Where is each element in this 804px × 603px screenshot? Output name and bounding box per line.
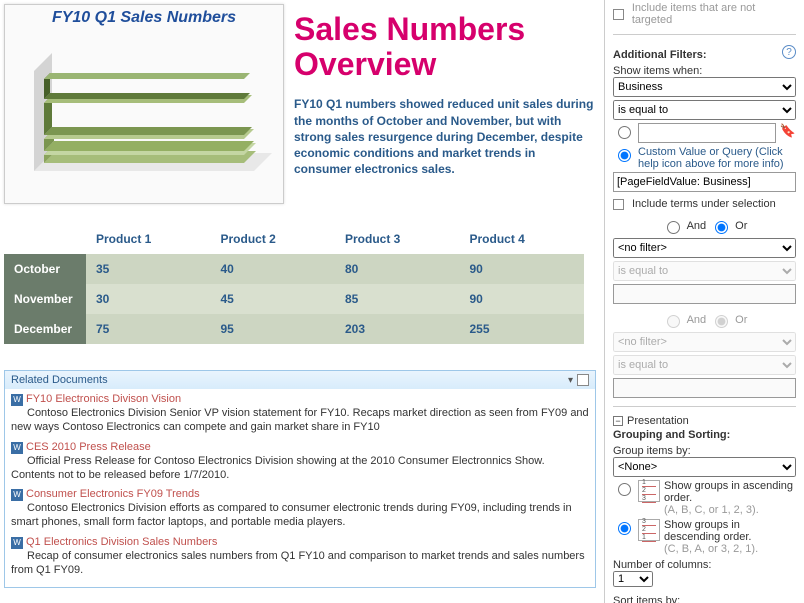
related-documents-webpart: Related Documents ▾ WFY10 Electronics Di… [4,370,596,588]
table-cell: 90 [460,284,585,314]
chevron-down-icon[interactable]: ▾ [568,375,573,386]
table-cell: 75 [86,314,211,344]
filter-value-literal-radio[interactable] [618,126,631,139]
table-cell: 80 [335,254,460,284]
filter-op-select[interactable]: is equal to [613,100,796,120]
col-header: Product 3 [335,224,460,254]
col-header: Product 1 [86,224,211,254]
doc-link[interactable]: Consumer Electronics FY09 Trends [26,488,200,500]
table-cell: 95 [211,314,336,344]
table-cell: 203 [335,314,460,344]
related-doc-item: WFY10 Electronics Divison Vision Contoso… [11,393,589,435]
or-radio-1[interactable] [715,221,728,234]
filter-value-input[interactable] [638,123,776,143]
table-cell: 40 [211,254,336,284]
group-desc-example: (C, B, A, or 3, 2, 1). [664,543,796,555]
doc-description: Contoso Electronics Division efforts as … [11,501,589,530]
page-description: FY10 Q1 numbers showed reduced unit sale… [294,96,596,177]
presentation-heading: Presentation [627,415,689,427]
filter-field-select[interactable]: Business [613,77,796,97]
sort-desc-icon: 321 [638,519,660,541]
table-cell: 45 [211,284,336,314]
doc-link[interactable]: Q1 Electronics Division Sales Numbers [26,536,217,548]
include-not-targeted-label: Include items that are not targeted [632,2,796,26]
filter2-field-select[interactable]: <no filter> [613,238,796,258]
or-radio-2 [715,315,728,328]
num-columns-label: Number of columns: [613,559,796,571]
grouping-sorting-heading: Grouping and Sorting: [613,429,796,441]
sales-table: Product 1 Product 2 Product 3 Product 4 … [4,224,584,344]
table-cell: 35 [86,254,211,284]
webpart-checkbox[interactable] [577,374,589,386]
related-doc-item: WQ1 Electronics Division Sales Numbers R… [11,536,589,578]
filter3-op-select: is equal to [613,355,796,375]
filter2-value-input [613,284,796,304]
word-doc-icon: W [11,489,23,501]
include-not-targeted-checkbox[interactable] [613,9,624,20]
filter2-op-select: is equal to [613,261,796,281]
num-columns-select[interactable]: 1 [613,571,653,587]
chart-graphic [14,31,274,191]
group-by-select[interactable]: <None> [613,457,796,477]
chart-title: FY10 Q1 Sales Numbers [5,5,283,31]
doc-description: Recap of consumer electronics sales numb… [11,549,589,578]
table-row: November30458590 [4,284,584,314]
and-radio-1[interactable] [667,221,680,234]
table-cell: 85 [335,284,460,314]
include-terms-checkbox[interactable] [613,199,624,210]
filter-value-custom-radio[interactable] [618,149,631,162]
table-row: December7595203255 [4,314,584,344]
related-doc-item: WConsumer Electronics FY09 Trends Contos… [11,488,589,530]
show-items-when-label: Show items when: [613,65,796,77]
page-title: Sales Numbers Overview [294,12,596,82]
tag-browse-icon[interactable]: 🔖 [780,123,796,139]
word-doc-icon: W [11,394,23,406]
group-desc-label: Show groups in descending order. [664,519,796,543]
row-header: October [4,254,86,284]
group-desc-radio[interactable] [618,522,631,535]
table-cell: 90 [460,254,585,284]
group-items-by-label: Group items by: [613,445,796,457]
group-asc-example: (A, B, C, or 1, 2, 3). [664,504,796,516]
collapse-icon[interactable]: − [613,416,623,426]
col-header: Product 4 [460,224,585,254]
word-doc-icon: W [11,442,23,454]
custom-value-input[interactable] [613,172,796,192]
sales-chart: FY10 Q1 Sales Numbers [4,4,284,204]
group-asc-label: Show groups in ascending order. [664,480,796,504]
include-terms-label: Include terms under selection [632,198,776,210]
row-header: November [4,284,86,314]
custom-value-label: Custom Value or Query (Click help icon a… [638,146,796,170]
doc-link[interactable]: FY10 Electronics Divison Vision [26,393,181,405]
table-cell: 30 [86,284,211,314]
related-docs-title: Related Documents [11,374,108,386]
related-doc-item: WCES 2010 Press Release Official Press R… [11,441,589,483]
row-header: December [4,314,86,344]
table-row: October35408090 [4,254,584,284]
and-radio-2 [667,315,680,328]
help-icon[interactable]: ? [782,45,796,59]
filter3-field-select: <no filter> [613,332,796,352]
table-cell: 255 [460,314,585,344]
group-asc-radio[interactable] [618,483,631,496]
word-doc-icon: W [11,537,23,549]
sort-items-by-label: Sort items by: [613,595,796,603]
doc-description: Contoso Electronics Division Senior VP v… [11,406,589,435]
additional-filters-heading: Additional Filters: [613,49,707,61]
doc-description: Official Press Release for Contoso Elect… [11,454,589,483]
doc-link[interactable]: CES 2010 Press Release [26,441,151,453]
sort-asc-icon: 123 [638,480,660,502]
filter3-value-input [613,378,796,398]
col-header: Product 2 [211,224,336,254]
